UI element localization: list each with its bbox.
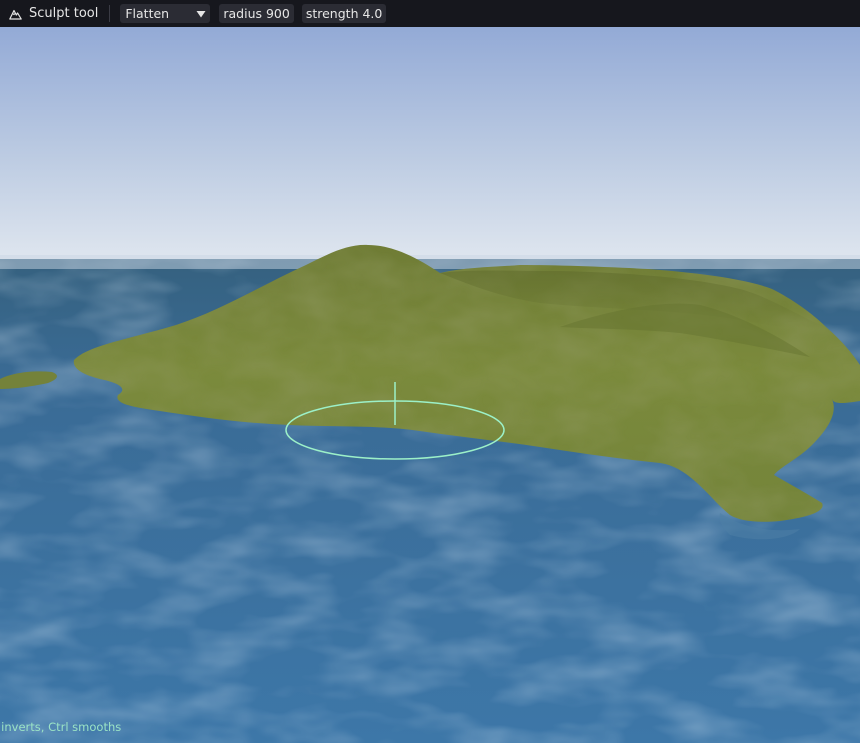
- chevron-down-icon: [196, 9, 206, 19]
- brush-strength-field[interactable]: strength 4.0: [301, 4, 387, 23]
- mountain-icon: [8, 7, 22, 21]
- controls-hint: t inverts, Ctrl smooths: [0, 720, 122, 734]
- tool-title: Sculpt tool: [29, 6, 99, 21]
- sculpt-mode-dropdown[interactable]: Flatten: [120, 4, 211, 23]
- toolbar: Sculpt tool Flatten radius 900 strength …: [0, 0, 860, 27]
- terrain-scene: [0, 27, 860, 743]
- sculpt-mode-value: Flatten: [125, 6, 170, 21]
- 3d-viewport[interactable]: [0, 27, 860, 743]
- sky: [0, 27, 860, 261]
- toolbar-divider: [109, 5, 111, 22]
- brush-radius-field[interactable]: radius 900: [219, 4, 294, 23]
- sculpt-tool-window: Sculpt tool Flatten radius 900 strength …: [0, 0, 860, 743]
